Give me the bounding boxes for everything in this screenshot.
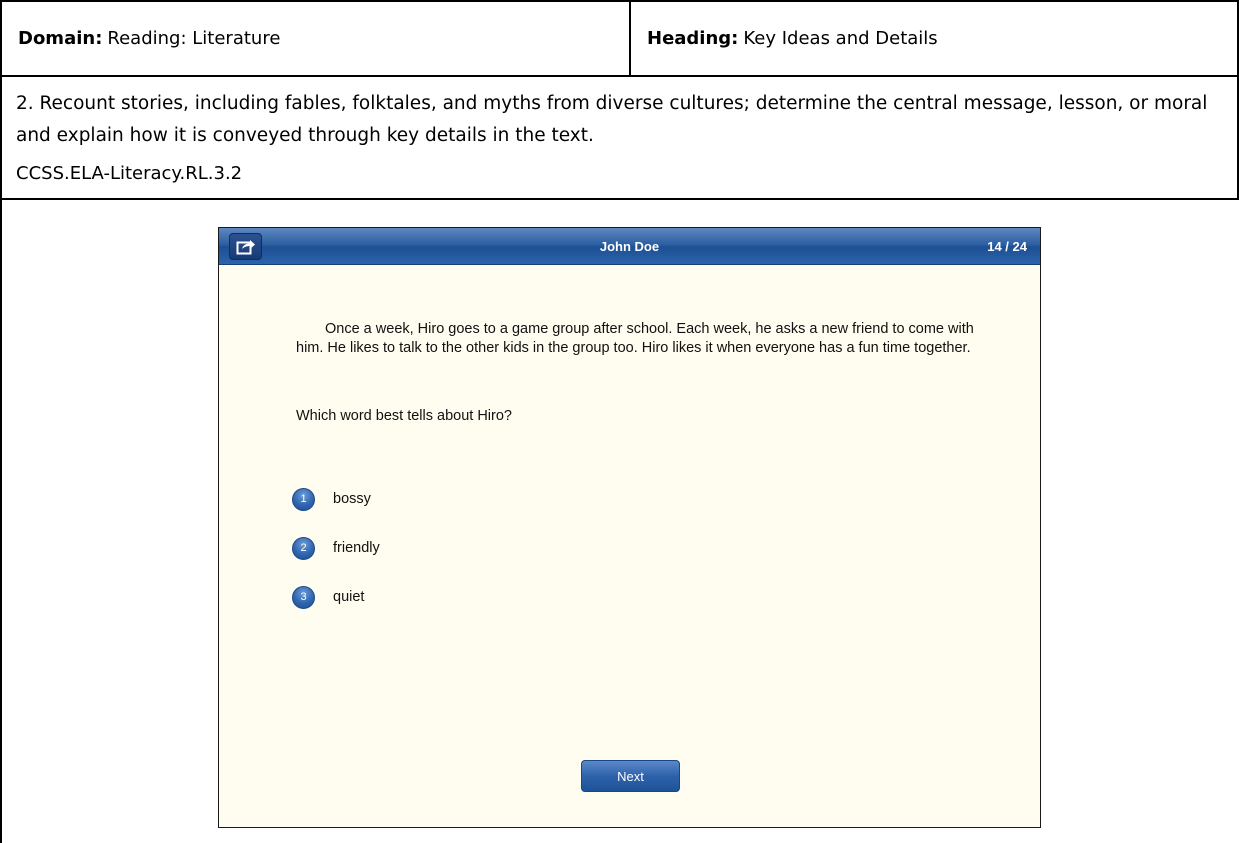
choice-2[interactable]: 2 friendly <box>292 535 380 561</box>
choice-3[interactable]: 3 quiet <box>292 584 364 610</box>
heading-label: Heading: <box>647 28 739 49</box>
heading-value: Key Ideas and Details <box>743 28 938 49</box>
student-name: John Doe <box>599 239 660 254</box>
next-button[interactable]: Next <box>581 760 680 792</box>
app-screenshot: John Doe 14 / 24 Once a week, Hiro goes … <box>218 227 1041 828</box>
app-title-bar: John Doe 14 / 24 <box>219 228 1040 265</box>
choice-1[interactable]: 1 bossy <box>292 486 371 512</box>
table-divider-standard <box>0 198 1239 200</box>
question-text: Which word best tells about Hiro? <box>296 408 512 424</box>
choice-number-badge: 1 <box>292 487 315 511</box>
choice-number-badge: 2 <box>292 536 315 560</box>
heading-cell: Heading: Key Ideas and Details <box>631 0 1237 77</box>
domain-label: Domain: <box>18 28 103 49</box>
choice-label: bossy <box>333 491 371 507</box>
choice-label: quiet <box>333 589 365 605</box>
reading-passage: Once a week, Hiro goes to a game group a… <box>296 320 986 358</box>
question-progress: 14 / 24 <box>987 239 1027 254</box>
choice-number-badge: 3 <box>292 585 315 609</box>
share-icon <box>236 240 255 255</box>
passage-text: Once a week, Hiro goes to a game group a… <box>296 321 974 356</box>
table-border-left <box>0 0 2 843</box>
standard-code: CCSS.ELA-Literacy.RL.3.2 <box>16 162 243 184</box>
domain-value: Reading: Literature <box>107 28 281 49</box>
share-button[interactable] <box>229 233 262 260</box>
choice-label: friendly <box>333 540 380 556</box>
standard-table: Domain: Reading: Literature Heading: Key… <box>0 0 1239 843</box>
standard-text: 2. Recount stories, including fables, fo… <box>16 93 1208 146</box>
domain-cell: Domain: Reading: Literature <box>2 0 629 77</box>
